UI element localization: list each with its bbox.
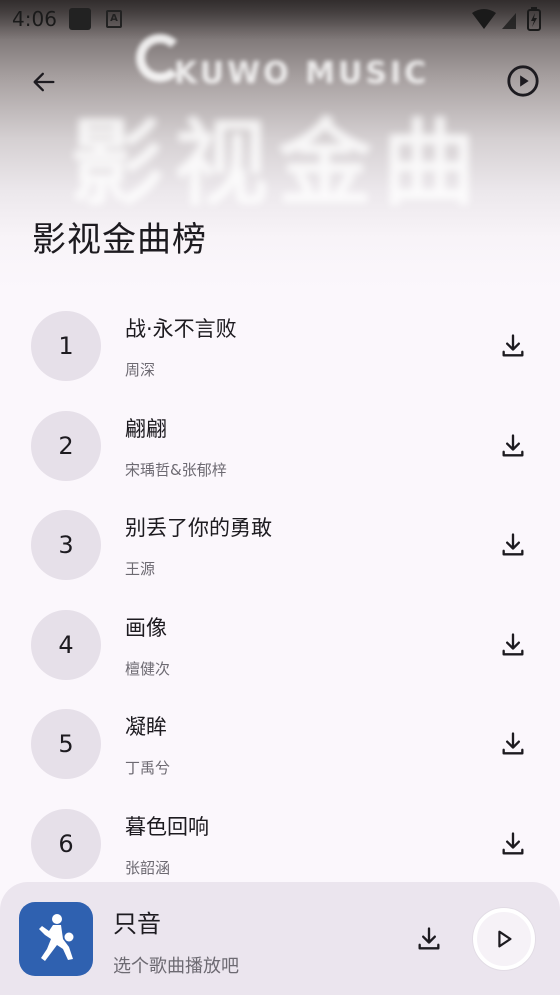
download-icon <box>502 433 524 456</box>
download-icon <box>502 334 524 357</box>
page-title: 影视金曲榜 <box>32 220 207 260</box>
status-bar: 4:06 A <box>0 0 560 40</box>
song-row[interactable]: 3 别丢了你的勇敢 王源 <box>0 496 560 596</box>
status-icons <box>470 7 550 33</box>
hero-logo-text: KUWO MUSIC <box>174 56 430 91</box>
play-circle-icon <box>507 65 539 97</box>
download-button[interactable] <box>494 327 532 365</box>
basketball-player-icon <box>39 914 74 961</box>
rank-badge: 6 <box>31 808 101 879</box>
download-icon <box>418 927 440 950</box>
rank-badge: 1 <box>31 311 101 381</box>
download-button[interactable] <box>494 526 532 564</box>
rank-badge: 2 <box>31 410 101 481</box>
player-play-button[interactable] <box>473 908 535 970</box>
screen: KUWO MUSIC 影视金曲 4:06 A 影视金曲榜 1 战·永不言败 周深… <box>0 0 560 995</box>
download-icon <box>502 732 524 755</box>
rank-badge: 3 <box>31 510 101 580</box>
song-title: 别丢了你的勇敢 <box>125 516 272 540</box>
rank-badge: 5 <box>31 709 101 779</box>
rank-badge: 4 <box>31 609 101 680</box>
song-artist: 檀健次 <box>125 659 171 678</box>
song-artist: 周深 <box>125 361 156 379</box>
song-title: 画像 <box>125 615 167 640</box>
player-download-button[interactable] <box>410 920 448 958</box>
song-list: 1 战·永不言败 周深 2 翩翩 宋瑀哲&张郁梓 3 别丢了你的勇敢 王源 4 … <box>0 297 560 894</box>
song-artist: 宋瑀哲&张郁梓 <box>125 460 227 479</box>
arrow-back-icon <box>33 72 55 92</box>
song-title: 凝眸 <box>125 715 167 739</box>
download-icon <box>502 831 524 854</box>
player-subtitle: 选个歌曲播放吧 <box>113 956 239 977</box>
download-button[interactable] <box>494 725 532 763</box>
song-title: 翩翩 <box>125 416 167 441</box>
song-row[interactable]: 2 翩翩 宋瑀哲&张郁梓 <box>0 397 560 497</box>
song-row[interactable]: 4 画像 檀健次 <box>0 596 560 696</box>
hero-big-text: 影视金曲 <box>70 110 487 219</box>
hero-logo: KUWO MUSIC <box>130 30 430 100</box>
download-icon <box>502 533 524 556</box>
song-artist: 王源 <box>125 560 156 578</box>
play-all-button[interactable] <box>502 60 544 102</box>
mini-player[interactable]: 只音 选个歌曲播放吧 <box>0 882 560 995</box>
song-row[interactable]: 5 凝眸 丁禹兮 <box>0 695 560 795</box>
song-title: 暮色回响 <box>125 814 209 839</box>
download-button[interactable] <box>494 427 532 465</box>
download-icon <box>502 632 524 655</box>
wifi-signal-battery-icon <box>472 7 541 31</box>
play-icon <box>498 930 512 948</box>
back-button[interactable] <box>24 62 64 102</box>
status-time: 4:06 <box>12 7 57 31</box>
song-artist: 丁禹兮 <box>125 759 171 777</box>
song-artist: 张韶涵 <box>125 858 171 877</box>
song-title: 战·永不言败 <box>125 317 237 341</box>
download-button[interactable] <box>494 626 532 664</box>
notification-square-icon <box>69 8 91 30</box>
player-title: 只音 <box>113 910 161 938</box>
song-row[interactable]: 6 暮色回响 张韶涵 <box>0 795 560 895</box>
sim-a-icon: A <box>106 10 122 28</box>
song-row[interactable]: 1 战·永不言败 周深 <box>0 297 560 397</box>
download-button[interactable] <box>494 825 532 863</box>
album-cover[interactable] <box>19 902 93 976</box>
